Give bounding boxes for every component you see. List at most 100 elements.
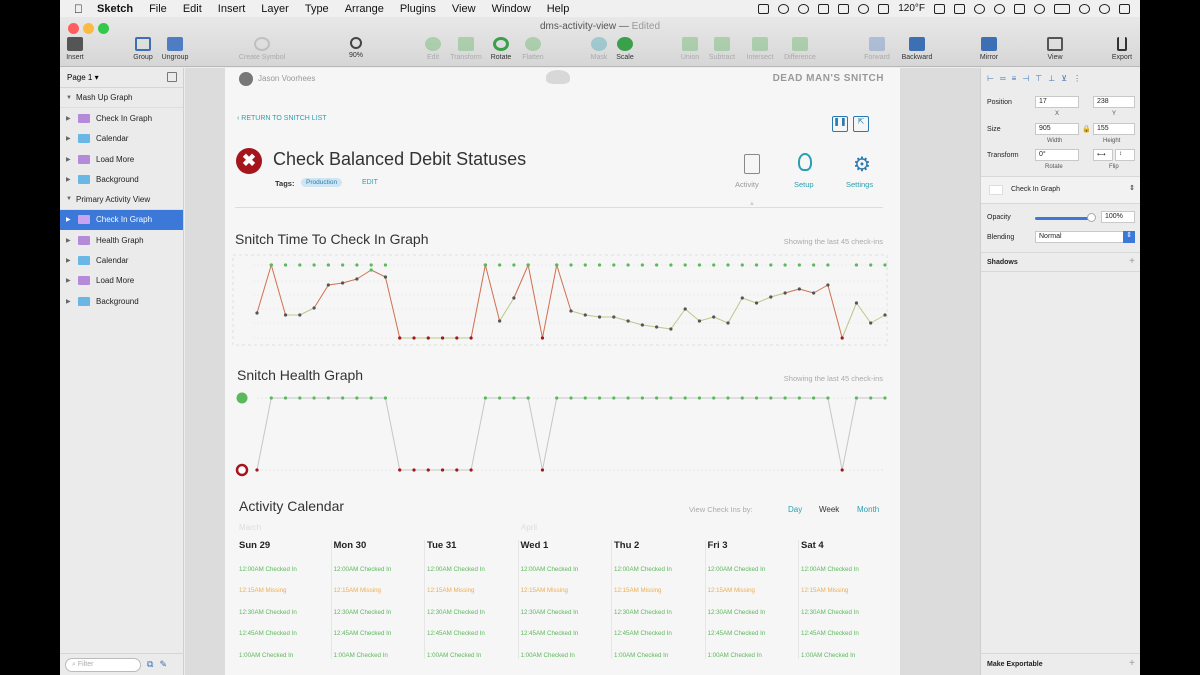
flip-horizontal-button[interactable]: ⟷ — [1093, 149, 1113, 161]
disclosure-icon[interactable]: ▶ — [66, 135, 76, 142]
view-month[interactable]: Month — [857, 505, 879, 514]
calendar-slot[interactable]: 12:30AM Checked In — [332, 609, 419, 616]
clock-icon[interactable] — [1079, 3, 1090, 14]
calendar-slot[interactable]: 12:00AM Checked In — [706, 566, 793, 573]
calendar-slot[interactable]: 12:15AM Missing — [425, 587, 512, 594]
layer-group-primary[interactable]: ▼ Primary Activity View — [60, 189, 183, 210]
disclosure-icon[interactable]: ▶ — [66, 156, 76, 163]
layer-item[interactable]: ▶ Background — [60, 169, 183, 189]
calendar-slot[interactable]: 12:30AM Checked In — [425, 609, 512, 616]
opacity-field[interactable]: 100% — [1101, 211, 1135, 223]
layer-item[interactable]: ▶ Background — [60, 291, 183, 311]
calendar-slot[interactable]: 1:00AM Checked In — [799, 652, 886, 659]
calendar-slot[interactable]: 12:30AM Checked In — [706, 609, 793, 616]
backward-button[interactable]: Backward — [892, 37, 942, 61]
align-middle-icon[interactable]: ⊥ — [1048, 74, 1055, 86]
status-icon[interactable] — [858, 3, 870, 14]
calendar-slot[interactable]: 12:45AM Checked In — [612, 630, 699, 637]
disclosure-icon[interactable]: ▶ — [66, 298, 76, 305]
flip-vertical-button[interactable]: ↕ — [1115, 149, 1135, 161]
calendar-slot[interactable]: 12:45AM Checked In — [799, 630, 886, 637]
tab-setup[interactable]: Setup — [794, 180, 814, 189]
layer-item[interactable]: ▶ Calendar — [60, 250, 183, 270]
share-button[interactable]: ⇱ — [853, 116, 869, 132]
create-symbol-button[interactable]: Create Symbol — [237, 37, 287, 61]
mirror-button[interactable]: Mirror — [964, 37, 1014, 61]
calendar-slot[interactable]: 12:15AM Missing — [799, 587, 886, 594]
disclosure-icon[interactable]: ▼ — [66, 95, 76, 101]
list-icon[interactable] — [1119, 3, 1130, 14]
height-field[interactable]: 155 — [1093, 123, 1135, 135]
status-icon[interactable] — [818, 3, 830, 14]
calendar-slot[interactable]: 12:00AM Checked In — [519, 566, 606, 573]
disclosure-icon[interactable]: ▶ — [66, 115, 76, 122]
pages-icon[interactable]: ⧉ — [147, 659, 153, 670]
layer-group-mashup[interactable]: ▼ Mash Up Graph — [60, 88, 183, 109]
status-icon[interactable] — [934, 3, 945, 14]
gears-icon[interactable]: ⚙ — [853, 152, 871, 177]
status-icon[interactable] — [954, 3, 965, 14]
rotate-field[interactable]: 0° — [1035, 149, 1079, 161]
insert-button[interactable]: Insert — [60, 37, 100, 61]
activity-icon[interactable] — [744, 154, 760, 174]
menu-app-name[interactable]: Sketch — [97, 3, 133, 15]
shared-style-selector[interactable]: Check In Graph ⇕ — [981, 176, 1140, 204]
edit-tags-link[interactable]: EDIT — [362, 179, 378, 186]
calendar-slot[interactable]: 12:15AM Missing — [519, 587, 606, 594]
align-left-icon[interactable]: ⊢ — [987, 74, 994, 86]
status-icon[interactable] — [778, 3, 790, 14]
menu-arrange[interactable]: Arrange — [345, 3, 384, 15]
distribute-icon[interactable]: ═ — [1000, 74, 1006, 86]
disclosure-icon[interactable]: ▼ — [66, 196, 76, 202]
layer-item-selected[interactable]: ▶ Check In Graph — [60, 209, 183, 231]
tab-settings[interactable]: Settings — [846, 180, 873, 189]
menu-insert[interactable]: Insert — [218, 3, 246, 15]
difference-button[interactable]: Difference — [775, 37, 825, 61]
align-right-icon[interactable]: ⊣ — [1022, 74, 1029, 86]
scale-button[interactable]: Scale — [600, 37, 650, 61]
y-field[interactable]: 238 — [1093, 96, 1135, 108]
flatten-button[interactable]: Flatten — [508, 37, 558, 61]
filter-input[interactable]: ⌕ Filter — [65, 657, 141, 672]
blending-select[interactable]: Normal — [1035, 231, 1135, 243]
add-shadow-icon[interactable]: + — [1129, 256, 1135, 267]
calendar-slot[interactable]: 1:00AM Checked In — [519, 652, 606, 659]
calendar-slot[interactable]: 12:30AM Checked In — [519, 609, 606, 616]
menu-edit[interactable]: Edit — [183, 3, 202, 15]
calendar-slot[interactable]: 12:45AM Checked In — [237, 630, 325, 637]
calendar-slot[interactable]: 12:00AM Checked In — [425, 566, 512, 573]
disclosure-icon[interactable]: ▶ — [66, 257, 76, 264]
disclosure-icon[interactable]: ▶ — [66, 176, 76, 183]
calendar-slot[interactable]: 12:45AM Checked In — [706, 630, 793, 637]
calendar-slot[interactable]: 12:30AM Checked In — [612, 609, 699, 616]
distribute-v-icon[interactable]: ⋮ — [1073, 74, 1081, 86]
align-bottom-icon[interactable]: ⊻ — [1061, 74, 1067, 86]
add-export-icon[interactable]: + — [1129, 658, 1135, 669]
artboard[interactable]: Jason Voorhees DEAD MAN'S SNITCH ‹ RETUR… — [225, 68, 900, 675]
calendar-slot[interactable]: 12:45AM Checked In — [519, 630, 606, 637]
calendar-slot[interactable]: 12:00AM Checked In — [612, 566, 699, 573]
search-icon[interactable] — [1099, 3, 1110, 14]
menu-file[interactable]: File — [149, 3, 167, 15]
calendar-slot[interactable]: 12:00AM Checked In — [237, 566, 325, 573]
align-top-icon[interactable]: ⊤ — [1035, 74, 1042, 86]
calendar-slot[interactable]: 1:00AM Checked In — [612, 652, 699, 659]
view-day[interactable]: Day — [788, 505, 802, 514]
layer-item[interactable]: ▶ Load More — [60, 271, 183, 291]
calendar-slot[interactable]: 12:30AM Checked In — [799, 609, 886, 616]
disclosure-icon[interactable]: ▶ — [66, 216, 76, 223]
calendar-slot[interactable]: 12:00AM Checked In — [799, 566, 886, 573]
calendar-slot[interactable]: 12:30AM Checked In — [237, 609, 325, 616]
page-selector[interactable]: Page 1 ▾ — [60, 68, 183, 88]
lightbulb-icon[interactable] — [798, 153, 812, 171]
menu-help[interactable]: Help — [547, 3, 570, 15]
layer-item[interactable]: ▶ Load More — [60, 149, 183, 169]
battery-icon[interactable] — [1054, 3, 1070, 14]
status-icon[interactable] — [878, 3, 890, 14]
export-button[interactable]: Export — [1097, 37, 1140, 61]
layer-item[interactable]: ▶ Health Graph — [60, 230, 183, 250]
x-field[interactable]: 17 — [1035, 96, 1079, 108]
menu-window[interactable]: Window — [492, 3, 531, 15]
menu-layer[interactable]: Layer — [261, 3, 289, 15]
time-machine-icon[interactable] — [994, 3, 1005, 14]
